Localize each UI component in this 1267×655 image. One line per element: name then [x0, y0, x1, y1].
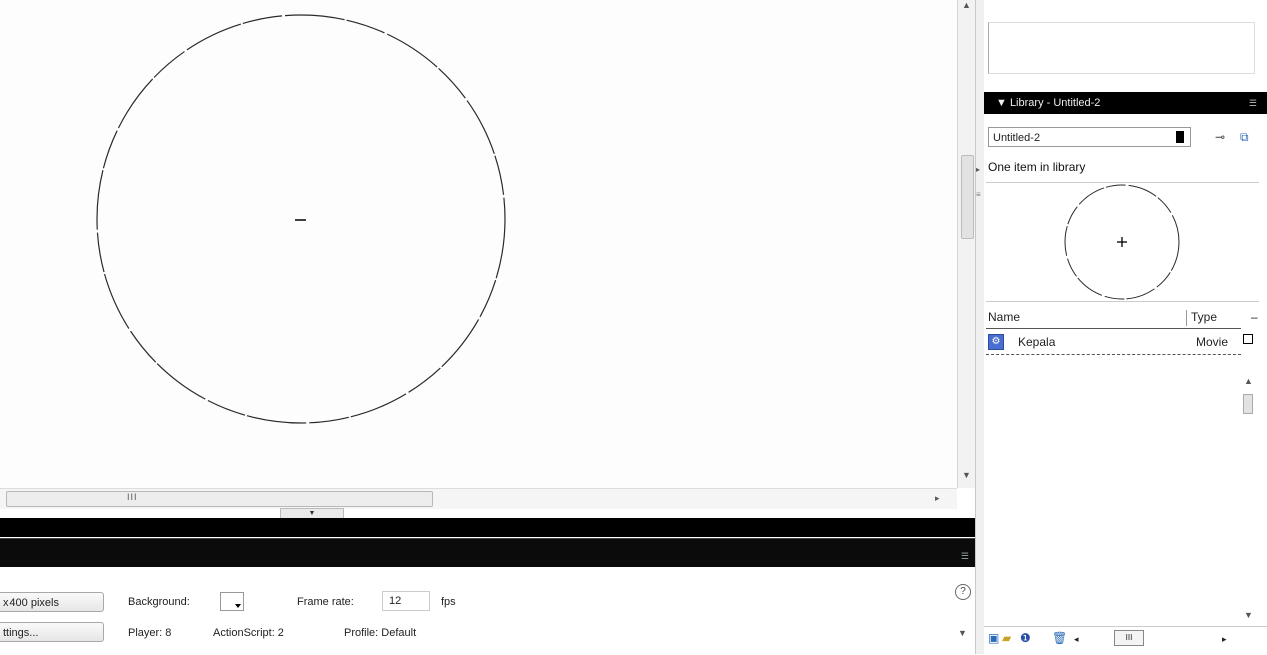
preview-artwork — [1064, 184, 1180, 300]
library-item-type: Movie — [1196, 335, 1229, 349]
dropdown-arrow-icon[interactable] — [1176, 131, 1184, 143]
scroll-down-arrow-icon[interactable]: ▼ — [962, 470, 971, 480]
scroll-square-icon — [1243, 334, 1253, 344]
library-scroll-left-icon[interactable]: ◂ — [1074, 634, 1079, 645]
panel-options-menu-icon[interactable]: ☰ — [961, 551, 969, 562]
scroll-grip: III — [127, 492, 138, 502]
new-folder-icon[interactable]: ▰ — [1002, 631, 1011, 645]
library-options-menu-icon[interactable]: ☰ — [1249, 92, 1257, 114]
document-size-button[interactable]: x 400 pixels — [0, 592, 104, 612]
stage-horizontal-scrollbar[interactable]: III ▸ — [0, 488, 957, 509]
library-document-select[interactable]: Untitled-2 — [988, 127, 1191, 147]
new-library-panel-icon[interactable]: ⧉ — [1240, 130, 1249, 145]
properties-panel — [0, 567, 975, 654]
list-scroll-down-icon[interactable]: ▼ — [1244, 610, 1253, 620]
publish-settings-button[interactable]: ttings... — [0, 622, 104, 642]
column-name[interactable]: Name — [988, 310, 1020, 324]
library-item-row[interactable]: ⚙ Kepala Movie — [986, 333, 1241, 355]
library-hscroll-thumb[interactable]: III — [1114, 630, 1144, 646]
library-preview — [986, 182, 1259, 302]
expand-arrow-icon[interactable]: ▸ — [976, 165, 980, 174]
timeline-panel-bar — [0, 518, 975, 537]
library-panel-title: ▼ Library - Untitled-2 — [996, 97, 1101, 109]
frame-rate-input[interactable] — [382, 591, 430, 611]
properties-panel-header: ☰ — [0, 538, 975, 568]
stage-vertical-scrollbar[interactable]: ▲ ▼ — [957, 0, 975, 488]
library-column-header: Name Type — [986, 308, 1241, 329]
column-sort-icon[interactable]: – — [1251, 310, 1258, 324]
new-symbol-icon[interactable]: ▣ — [988, 631, 999, 645]
delete-trash-icon[interactable]: 🗑 — [1052, 631, 1067, 645]
help-icon[interactable]: ? — [955, 584, 971, 600]
stage-canvas[interactable] — [0, 0, 957, 488]
props-scroll-down-icon[interactable]: ▼ — [958, 628, 967, 638]
library-document-value: Untitled-2 — [993, 132, 1041, 144]
background-color-swatch[interactable] — [220, 592, 244, 611]
upper-panel-content — [988, 22, 1255, 74]
pin-library-icon[interactable]: ⊸ — [1215, 130, 1225, 144]
library-item-name: Kepala — [1018, 335, 1056, 349]
library-item-count: One item in library — [988, 160, 1086, 174]
library-list-scrollbar[interactable]: ▲ ▼ — [1241, 334, 1255, 624]
frame-rate-label: Frame rate: — [297, 596, 354, 608]
size-button-label: 400 pixels — [8, 597, 59, 609]
stage-horizontal-scroll-thumb[interactable]: III — [6, 491, 433, 507]
kepala-circle-shape — [96, 14, 506, 424]
column-type[interactable]: Type — [1186, 310, 1217, 326]
list-scroll-up-icon[interactable]: ▲ — [1244, 376, 1253, 386]
scroll-right-arrow-icon[interactable]: ▸ — [935, 493, 940, 504]
divider-grip-icon: ≡ — [976, 190, 981, 199]
library-toolbar: ▣ ▰ ❶ 🗑 ◂ III ▸ — [984, 626, 1267, 655]
library-item-list[interactable] — [986, 356, 1241, 624]
player-version[interactable]: Player: 8 — [128, 627, 171, 639]
actionscript-version[interactable]: ActionScript: 2 — [213, 627, 284, 639]
stage-artwork — [96, 14, 506, 424]
stage-vertical-scroll-thumb[interactable] — [961, 155, 974, 239]
profile-setting[interactable]: Profile: Default — [344, 627, 416, 639]
fps-label: fps — [441, 596, 456, 608]
background-label: Background: — [128, 596, 190, 608]
library-list-scroll-thumb[interactable] — [1243, 394, 1253, 414]
library-scroll-right-icon[interactable]: ▸ — [1222, 634, 1227, 645]
scroll-up-arrow-icon[interactable]: ▲ — [962, 0, 971, 10]
movie-clip-icon: ⚙ — [988, 334, 1004, 350]
library-panel-header[interactable]: ▼ Library - Untitled-2 ☰ — [984, 92, 1267, 114]
properties-info-icon[interactable]: ❶ — [1020, 631, 1031, 645]
